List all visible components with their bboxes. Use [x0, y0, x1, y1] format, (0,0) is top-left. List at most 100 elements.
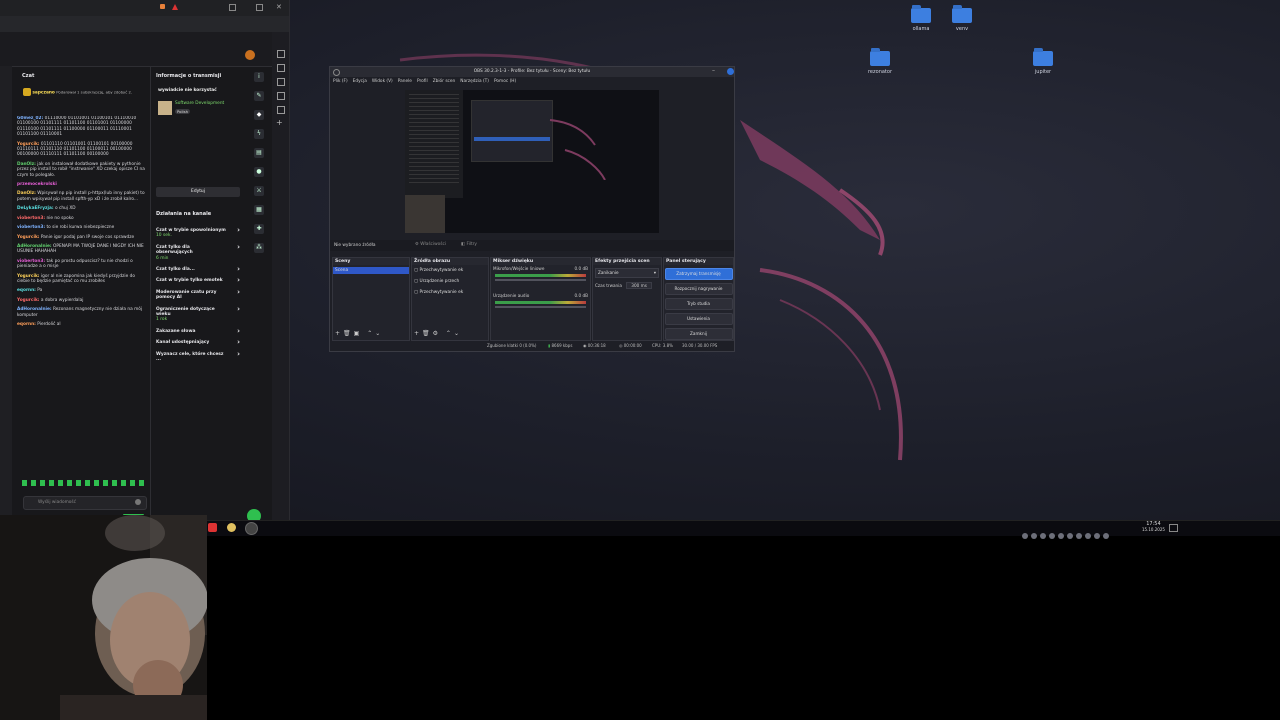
obs-menu-item[interactable]: Narzędzia (T) — [460, 79, 489, 84]
start-recording-button[interactable]: Rozpocznij nagrywanie — [664, 283, 733, 295]
shield-icon[interactable]: ◆ — [254, 110, 264, 120]
emote-picker-icon[interactable] — [135, 499, 141, 505]
network-icon[interactable] — [1022, 532, 1028, 539]
volume-slider[interactable] — [495, 279, 586, 281]
pencil-icon[interactable]: ✎ — [254, 91, 264, 101]
obs-menu-item[interactable]: Pomoc (H) — [494, 79, 516, 84]
chat-bubble-icon[interactable]: ● — [254, 167, 264, 177]
clock[interactable]: 17:54 15.10.2025 — [1142, 522, 1165, 533]
notifications-icon[interactable] — [1085, 532, 1091, 539]
obs-menu-item[interactable]: Profil — [417, 79, 428, 84]
wifi-icon[interactable] — [1076, 532, 1082, 539]
chat-username[interactable]: Yogurcik: — [17, 142, 40, 147]
chat-username[interactable]: przemocekrolski — [17, 182, 57, 187]
minimize-icon[interactable]: – — [712, 67, 715, 74]
desktop-icon-venv[interactable]: venv — [932, 5, 992, 32]
add-icon[interactable]: + — [276, 118, 283, 127]
chat-username[interactable]: Yogurcik: — [17, 274, 40, 279]
avatar[interactable] — [245, 50, 255, 60]
clipboard-icon[interactable] — [1049, 532, 1055, 539]
updates-icon[interactable] — [1040, 532, 1046, 539]
source-item[interactable]: ▢ Urządzenie przech — [412, 276, 488, 287]
studio-mode-button[interactable]: Tryb studia — [664, 298, 733, 310]
obs-menu-item[interactable]: Edycja — [353, 79, 367, 84]
channel-action-item[interactable]: Ograniczenie dotyczące wieku 1 rok › — [156, 305, 242, 323]
desktop-icon-jupiter[interactable]: jupiter — [1013, 48, 1073, 75]
channel-action-item[interactable]: Czat tylko dla... › — [156, 265, 242, 273]
window-icon[interactable] — [229, 4, 236, 11]
lightning-icon[interactable]: ϟ — [254, 129, 264, 139]
emote-icons[interactable] — [22, 480, 146, 486]
obs-menu-item[interactable]: Plik (F) — [333, 79, 348, 84]
edit-button[interactable]: Edytuj — [156, 187, 240, 197]
info-icon[interactable]: i — [254, 72, 264, 82]
scene-item[interactable]: Scena — [333, 267, 409, 274]
close-icon[interactable]: ✕ — [276, 3, 282, 11]
settings-button[interactable]: Ustawienia — [664, 313, 733, 325]
sidebar-icon[interactable] — [277, 106, 285, 114]
volume-icon[interactable] — [1067, 532, 1073, 539]
chat-input[interactable]: Wyślij wiadomość — [23, 496, 147, 510]
expand-icon[interactable] — [1103, 532, 1109, 539]
folder-taskbar-icon[interactable] — [227, 523, 236, 532]
chat-username[interactable]: vioberton3: — [17, 216, 45, 221]
chat-username[interactable]: DanOlz: — [17, 191, 36, 196]
bluetooth-icon[interactable] — [1031, 532, 1037, 539]
obs-preview[interactable] — [405, 90, 659, 233]
duration-input[interactable]: 300 ms — [626, 282, 652, 289]
display-icon[interactable] — [1094, 532, 1100, 539]
show-desktop-icon[interactable] — [1169, 524, 1178, 532]
wrench-icon[interactable]: ✚ — [254, 224, 264, 234]
source-item[interactable]: ▢ Przechwytywanie ek — [412, 287, 488, 298]
volume-slider[interactable] — [495, 306, 586, 308]
chat-username[interactable]: vioberton3: — [17, 259, 45, 264]
transition-select[interactable]: Zanikanie ▾ — [595, 268, 659, 278]
tab-icon[interactable] — [160, 4, 165, 9]
obs-menu-item[interactable]: Panele — [398, 79, 412, 84]
channel-action-item[interactable]: Kanał udostępniający › — [156, 338, 242, 346]
chat-username[interactable]: eqornn: — [17, 322, 36, 327]
browser-taskbar-icon[interactable] — [208, 523, 217, 532]
address-bar[interactable] — [0, 16, 289, 32]
language-tag[interactable]: Polish — [175, 109, 190, 114]
source-item[interactable]: ▢ Przechwytywanie ek — [412, 265, 488, 276]
scenes-toolbar[interactable]: +🗑▣ ⌃⌄ — [335, 330, 383, 337]
properties-button[interactable]: ⚙ Właściwości — [415, 242, 446, 247]
chat-username[interactable]: vioberton3: — [17, 225, 45, 230]
chat-username[interactable]: DeLykaEFryzja: — [17, 206, 54, 211]
document-icon[interactable]: ▤ — [254, 148, 264, 158]
chat-username[interactable]: AdHoronalnie: — [17, 307, 52, 312]
channel-action-item[interactable]: Czat w trybie spowolnionym 10 sek. › — [156, 226, 242, 239]
sidebar-icon[interactable] — [277, 64, 285, 72]
properties-label: Właściwości — [420, 242, 447, 247]
fps: 30.00 / 30.00 FPS — [682, 343, 718, 348]
stream-category[interactable]: Software Development — [175, 101, 224, 106]
chat-username[interactable]: Yogurcik: — [17, 298, 40, 303]
obs-taskbar-icon[interactable] — [245, 522, 258, 535]
sidebar-icon[interactable] — [277, 50, 285, 58]
copy-icon[interactable] — [256, 4, 263, 11]
channel-action-item[interactable]: Zakazane słowa › — [156, 327, 242, 335]
desktop-icon-rezonator[interactable]: rezonator — [850, 48, 910, 75]
pinned-user[interactable]: sapczano — [32, 91, 55, 96]
close-icon[interactable] — [727, 68, 734, 75]
battery-icon[interactable] — [1058, 532, 1064, 539]
channel-action-item[interactable]: Wyznacz cele, które chcesz ... › — [156, 350, 242, 363]
sidebar-icon[interactable] — [277, 78, 285, 86]
exit-button[interactable]: Zamknij — [664, 328, 733, 340]
channel-action-item[interactable]: Czat w trybie tylko emotek › — [156, 277, 242, 285]
category-thumbnail[interactable] — [158, 101, 172, 115]
filters-button[interactable]: ◧ Filtry — [461, 242, 477, 247]
obs-menu-item[interactable]: Widok (V) — [372, 79, 393, 84]
sources-toolbar[interactable]: +🗑⚙ ⌃⌄ — [414, 330, 462, 337]
channel-action-item[interactable]: Czat tylko dla obserwujących 6 min › — [156, 243, 242, 261]
chat-username[interactable]: Yogurcik: — [17, 235, 40, 240]
sword-icon[interactable]: ⚔ — [254, 186, 264, 196]
people-icon[interactable]: ⁂ — [254, 243, 264, 253]
obs-menu-item[interactable]: Zbiór scen — [433, 79, 456, 84]
chat-username[interactable]: eqornn: — [17, 288, 36, 293]
stop-streaming-button[interactable]: Zatrzymaj transmisję — [664, 268, 733, 280]
sidebar-icon[interactable] — [277, 92, 285, 100]
channel-action-item[interactable]: Moderowanie czatu przy pomocy AI › — [156, 288, 242, 301]
calendar-icon[interactable]: ▦ — [254, 205, 264, 215]
